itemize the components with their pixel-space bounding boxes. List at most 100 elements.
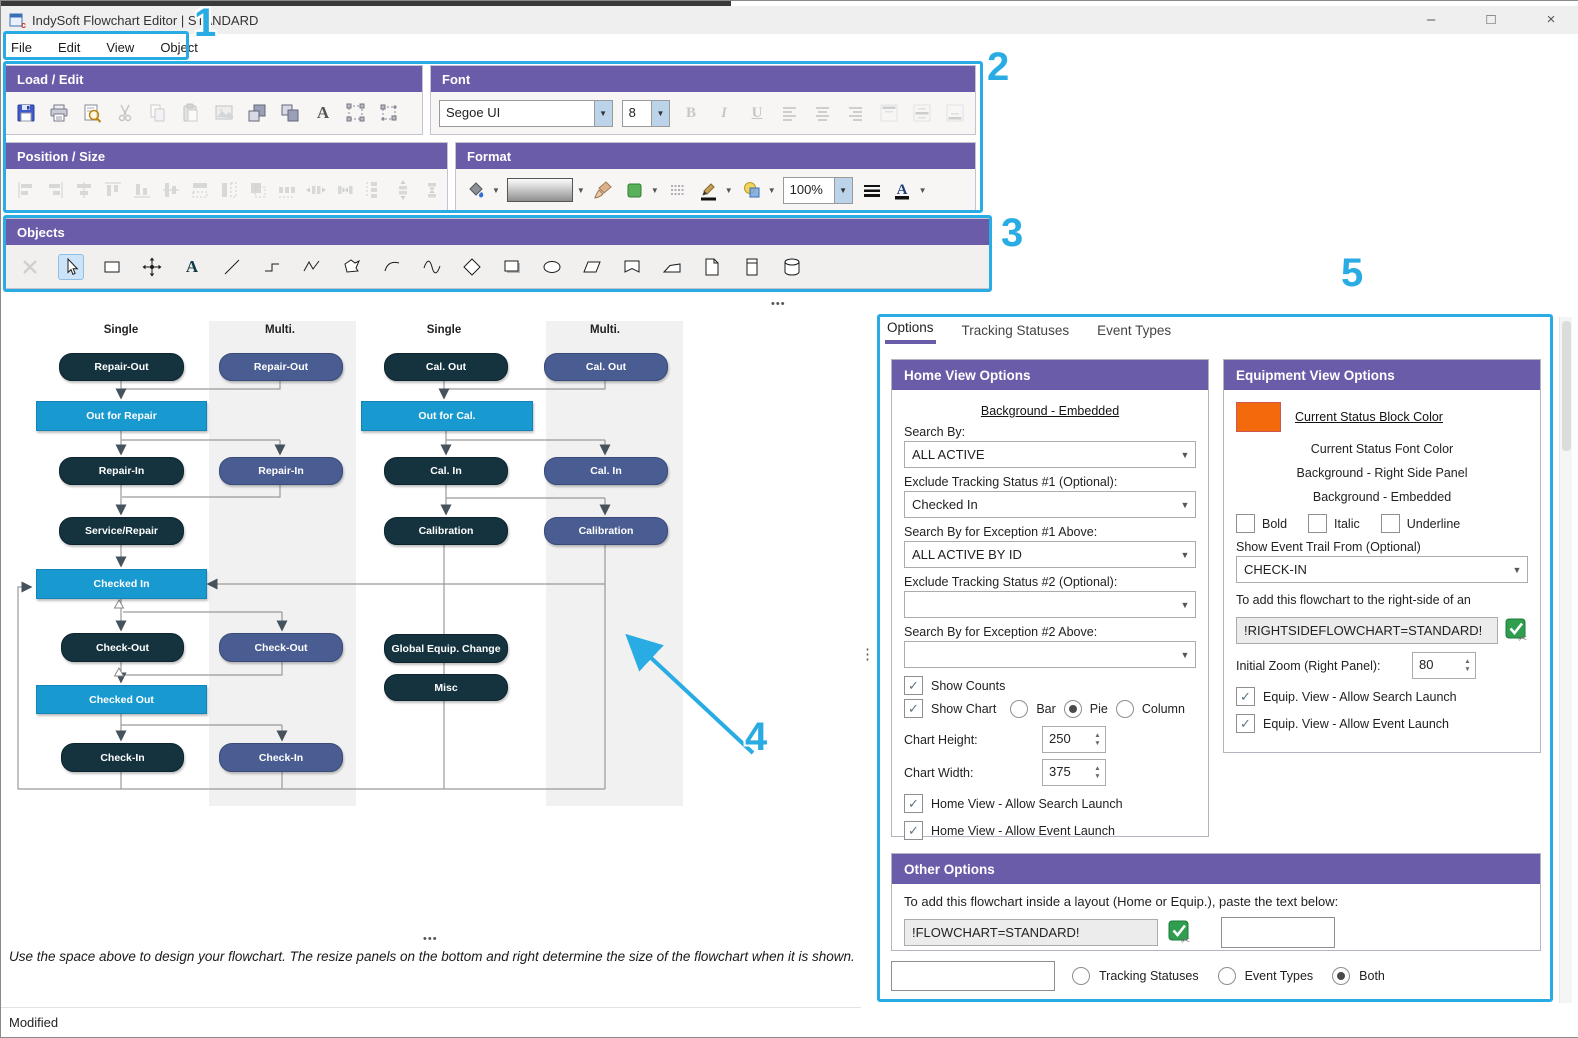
flow-node-out-for-repair[interactable]: Out for Repair — [36, 401, 207, 431]
diamond-icon[interactable] — [460, 255, 484, 279]
curve-icon[interactable] — [420, 255, 444, 279]
font-family-select[interactable]: Segoe UI ▼ — [439, 100, 613, 127]
flow-node-repair-in[interactable]: Repair-In — [59, 457, 184, 485]
flow-node-check-in[interactable]: Check-In — [219, 743, 343, 772]
flow-node-repair-out[interactable]: Repair-Out — [219, 353, 343, 381]
font-color-icon[interactable]: A — [891, 178, 915, 202]
flow-node-checked-out[interactable]: Checked Out — [36, 685, 207, 714]
move-icon[interactable] — [140, 255, 164, 279]
flow-node-calibration[interactable]: Calibration — [384, 517, 508, 545]
bottom-both-radio[interactable] — [1332, 967, 1350, 985]
print-icon[interactable] — [47, 101, 71, 125]
flow-node-misc[interactable]: Misc — [384, 674, 508, 701]
tab-options[interactable]: Options — [885, 316, 936, 339]
tab-tracking-statuses[interactable]: Tracking Statuses — [960, 319, 1072, 344]
line-color-icon[interactable] — [697, 178, 721, 202]
polygon-icon[interactable] — [340, 255, 364, 279]
flowchart-code-box[interactable]: !FLOWCHART=STANDARD! — [904, 919, 1158, 946]
flow-node-check-out[interactable]: Check-Out — [219, 633, 343, 662]
background-right-side-link[interactable]: Background - Right Side Panel — [1297, 466, 1468, 480]
home-allow-search-checkbox[interactable] — [904, 794, 923, 813]
select-region-icon[interactable] — [377, 101, 401, 125]
background-embedded-link[interactable]: Background - Embedded — [981, 404, 1119, 418]
exception1-select[interactable]: ALL ACTIVE BY ID▼ — [904, 541, 1196, 568]
banner-icon[interactable] — [620, 255, 644, 279]
event-trail-select[interactable]: CHECK-IN▼ — [1236, 556, 1528, 583]
parallelogram-icon[interactable] — [580, 255, 604, 279]
exclude1-select[interactable]: Checked In▼ — [904, 491, 1196, 518]
panel-scrollbar[interactable] — [1559, 317, 1572, 1003]
chart-type-pie-radio[interactable] — [1064, 700, 1082, 718]
chart-type-bar-radio[interactable] — [1010, 700, 1028, 718]
gradient-swatch[interactable] — [507, 178, 573, 202]
border-style-icon[interactable] — [666, 178, 690, 202]
chevron-down-icon[interactable]: ▼ — [651, 186, 659, 195]
rect-3d-icon[interactable] — [500, 255, 524, 279]
italic-checkbox[interactable] — [1308, 514, 1327, 533]
exclude2-select[interactable]: ▼ — [904, 591, 1196, 618]
tab-event-types[interactable]: Event Types — [1095, 319, 1173, 344]
ellipse-icon[interactable] — [540, 255, 564, 279]
flow-node-calibration[interactable]: Calibration — [544, 517, 668, 545]
underline-checkbox[interactable] — [1381, 514, 1400, 533]
flow-node-cal-out[interactable]: Cal. Out — [384, 353, 508, 381]
copy-snippet-button[interactable]: ✂ — [1505, 618, 1528, 643]
panel-splitter-handle[interactable]: ⋮ — [860, 645, 876, 663]
arc-icon[interactable] — [380, 255, 404, 279]
menu-view[interactable]: View — [106, 40, 134, 55]
scrollbar-thumb[interactable] — [1562, 321, 1571, 451]
flow-node-service-repair[interactable]: Service/Repair — [59, 517, 184, 545]
bottom-tracking-statuses-radio[interactable] — [1072, 967, 1090, 985]
font-size-select[interactable]: 8 ▼ — [622, 100, 670, 127]
flow-node-cal-in[interactable]: Cal. In — [544, 457, 668, 485]
menu-edit[interactable]: Edit — [58, 40, 80, 55]
layout-name-input[interactable] — [1221, 917, 1335, 948]
chevron-down-icon[interactable]: ▼ — [768, 186, 776, 195]
flow-node-cal-in[interactable]: Cal. In — [384, 457, 508, 485]
document-icon[interactable] — [700, 255, 724, 279]
fill-color-icon[interactable] — [623, 178, 647, 202]
filter-input[interactable] — [891, 961, 1055, 991]
flow-node-check-out[interactable]: Check-Out — [61, 633, 184, 662]
chevron-down-icon[interactable]: ▼ — [577, 186, 585, 195]
bring-to-front-icon[interactable] — [245, 101, 269, 125]
chart-width-stepper[interactable]: 375▲▼ — [1042, 759, 1106, 786]
current-status-color-swatch[interactable] — [1236, 402, 1281, 432]
flowchart-canvas[interactable]: SingleMulti.SingleMulti.Repair-OutRepair… — [1, 297, 861, 948]
chevron-down-icon[interactable]: ▼ — [594, 101, 612, 126]
minimize-button[interactable]: – — [1409, 6, 1453, 32]
menu-object[interactable]: Object — [160, 40, 198, 55]
text-icon[interactable]: A — [180, 255, 204, 279]
trapezoid-icon[interactable] — [660, 255, 684, 279]
equip-allow-search-checkbox[interactable] — [1236, 687, 1255, 706]
search-by-select[interactable]: ALL ACTIVE▼ — [904, 441, 1196, 468]
select-all-icon[interactable] — [344, 101, 368, 125]
exception2-select[interactable]: ▼ — [904, 641, 1196, 668]
canvas-bottom-resize-handle[interactable]: ••• — [423, 933, 438, 945]
font-icon[interactable]: A — [311, 101, 335, 125]
current-status-block-color-link[interactable]: Current Status Block Color — [1295, 410, 1443, 424]
copy-snippet-button[interactable]: ✂ — [1168, 920, 1191, 945]
cylinder-icon[interactable] — [780, 255, 804, 279]
flow-node-check-in[interactable]: Check-In — [61, 743, 184, 772]
bottom-event-types-radio[interactable] — [1218, 967, 1236, 985]
show-counts-checkbox[interactable] — [904, 676, 923, 695]
maximize-button[interactable]: □ — [1469, 6, 1513, 32]
elbow-line-icon[interactable] — [260, 255, 284, 279]
flow-node-checked-in[interactable]: Checked In — [36, 569, 207, 599]
send-to-back-icon[interactable] — [278, 101, 302, 125]
flow-node-repair-in[interactable]: Repair-In — [219, 457, 343, 485]
show-chart-checkbox[interactable] — [904, 699, 923, 718]
flow-node-out-for-cal-[interactable]: Out for Cal. — [361, 401, 533, 431]
current-status-font-color-link[interactable]: Current Status Font Color — [1311, 442, 1453, 456]
framed-cylinder-icon[interactable] — [740, 255, 764, 279]
rectangle-icon[interactable] — [100, 255, 124, 279]
home-allow-event-checkbox[interactable] — [904, 821, 923, 840]
flow-node-global-equip-change[interactable]: Global Equip. Change — [384, 634, 508, 663]
chart-type-column-radio[interactable] — [1116, 700, 1134, 718]
chevron-down-icon[interactable]: ▼ — [492, 186, 500, 195]
canvas-top-resize-handle[interactable]: ••• — [771, 298, 786, 310]
transparency-icon[interactable] — [740, 178, 764, 202]
initial-zoom-stepper[interactable]: 80▲▼ — [1412, 652, 1476, 679]
equip-allow-event-checkbox[interactable] — [1236, 714, 1255, 733]
